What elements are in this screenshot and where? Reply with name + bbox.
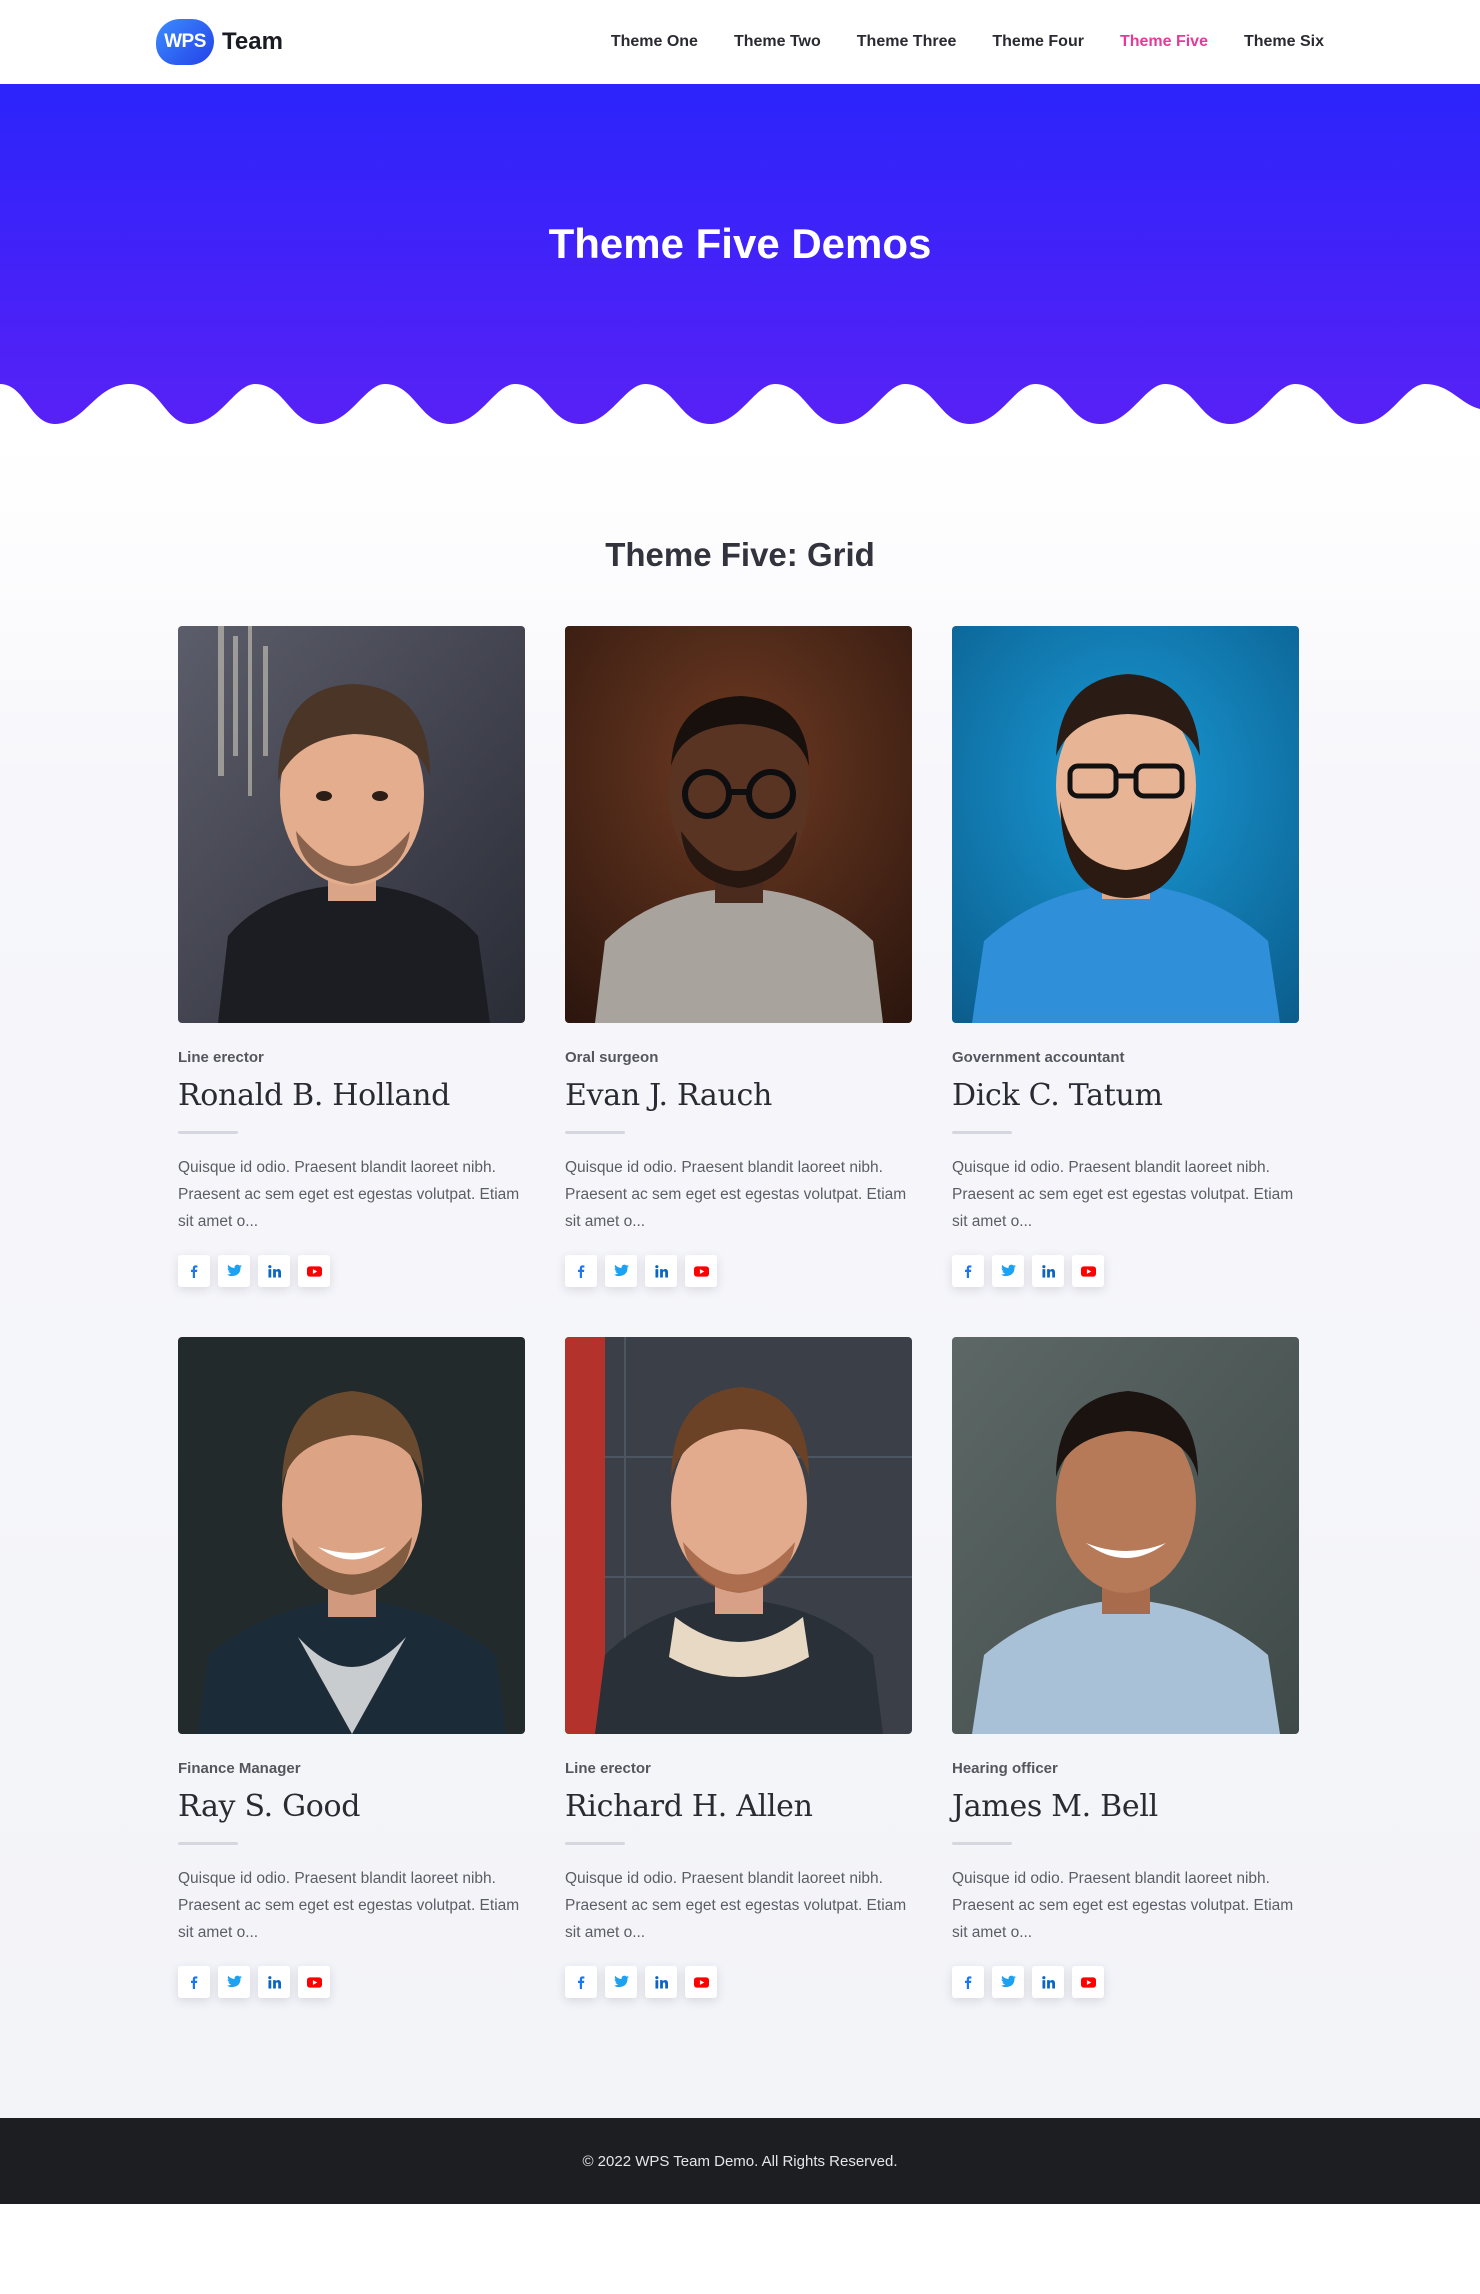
linkedin-icon[interactable] xyxy=(1032,1966,1064,1998)
twitter-icon[interactable] xyxy=(605,1966,637,1998)
member-designation: Finance Manager xyxy=(178,1760,301,1777)
name-divider xyxy=(178,1131,238,1134)
social-links xyxy=(178,1966,525,1998)
name-divider xyxy=(178,1842,238,1845)
twitter-icon[interactable] xyxy=(605,1255,637,1287)
member-photo[interactable] xyxy=(952,1337,1299,1734)
youtube-icon[interactable] xyxy=(685,1255,717,1287)
member-photo[interactable] xyxy=(565,1337,912,1734)
twitter-icon[interactable] xyxy=(992,1255,1024,1287)
facebook-icon[interactable] xyxy=(952,1966,984,1998)
facebook-icon[interactable] xyxy=(178,1255,210,1287)
linkedin-icon[interactable] xyxy=(645,1966,677,1998)
member-bio: Quisque id odio. Praesent blandit laoree… xyxy=(178,1870,520,1941)
member-photo[interactable] xyxy=(565,626,912,1023)
nav-item-theme-four[interactable]: Theme Four xyxy=(992,33,1084,51)
name-divider xyxy=(952,1842,1012,1845)
youtube-icon[interactable] xyxy=(298,1966,330,1998)
team-card: Oral surgeon Evan J. Rauch Quisque id od… xyxy=(565,626,912,1287)
nav-item-theme-three[interactable]: Theme Three xyxy=(857,33,957,51)
social-links xyxy=(952,1966,1299,1998)
facebook-icon[interactable] xyxy=(952,1255,984,1287)
team-section: Theme Five: Grid Line erector Ronald B. … xyxy=(0,444,1480,2118)
member-designation: Government accountant xyxy=(952,1049,1125,1066)
member-designation: Line erector xyxy=(178,1049,264,1066)
member-designation: Oral surgeon xyxy=(565,1049,659,1066)
member-designation: Hearing officer xyxy=(952,1760,1058,1777)
member-name[interactable]: Ronald B. Holland xyxy=(178,1078,525,1113)
hero-banner: Theme Five Demos xyxy=(0,84,1480,444)
youtube-icon[interactable] xyxy=(1072,1255,1104,1287)
member-name[interactable]: James M. Bell xyxy=(952,1789,1299,1824)
hero-wave-divider xyxy=(0,384,1480,444)
member-name[interactable]: Evan J. Rauch xyxy=(565,1078,912,1113)
logo-text: Team xyxy=(222,28,283,55)
member-name[interactable]: Ray S. Good xyxy=(178,1789,525,1824)
site-footer: © 2022 WPS Team Demo. All Rights Reserve… xyxy=(0,2118,1480,2204)
member-name[interactable]: Richard H. Allen xyxy=(565,1789,912,1824)
team-grid: Line erector Ronald B. Holland Quisque i… xyxy=(178,626,1302,1998)
team-card: Hearing officer James M. Bell Quisque id… xyxy=(952,1337,1299,1998)
youtube-icon[interactable] xyxy=(685,1966,717,1998)
site-header: WPS Team Theme One Theme Two Theme Three… xyxy=(0,0,1480,84)
youtube-icon[interactable] xyxy=(298,1255,330,1287)
name-divider xyxy=(952,1131,1012,1134)
logo-badge: WPS xyxy=(156,19,214,65)
facebook-icon[interactable] xyxy=(565,1255,597,1287)
member-bio: Quisque id odio. Praesent blandit laoree… xyxy=(565,1870,907,1941)
copyright-text: © 2022 WPS Team Demo. All Rights Reserve… xyxy=(582,2152,898,2170)
twitter-icon[interactable] xyxy=(992,1966,1024,1998)
name-divider xyxy=(565,1131,625,1134)
member-name[interactable]: Dick C. Tatum xyxy=(952,1078,1299,1113)
section-title: Theme Five: Grid xyxy=(605,536,875,573)
member-bio: Quisque id odio. Praesent blandit laoree… xyxy=(178,1159,520,1230)
twitter-icon[interactable] xyxy=(218,1966,250,1998)
member-bio: Quisque id odio. Praesent blandit laoree… xyxy=(952,1159,1294,1230)
linkedin-icon[interactable] xyxy=(1032,1255,1064,1287)
linkedin-icon[interactable] xyxy=(645,1255,677,1287)
linkedin-icon[interactable] xyxy=(258,1255,290,1287)
team-card: Government accountant Dick C. Tatum Quis… xyxy=(952,626,1299,1287)
team-card: Line erector Ronald B. Holland Quisque i… xyxy=(178,626,525,1287)
nav-item-theme-six[interactable]: Theme Six xyxy=(1244,33,1324,51)
facebook-icon[interactable] xyxy=(565,1966,597,1998)
member-bio: Quisque id odio. Praesent blandit laoree… xyxy=(565,1159,907,1230)
twitter-icon[interactable] xyxy=(218,1255,250,1287)
member-designation: Line erector xyxy=(565,1760,651,1777)
social-links xyxy=(952,1255,1299,1287)
site-logo[interactable]: WPS Team xyxy=(156,19,283,65)
member-photo[interactable] xyxy=(178,626,525,1023)
main-nav: Theme One Theme Two Theme Three Theme Fo… xyxy=(611,33,1324,51)
name-divider xyxy=(565,1842,625,1845)
member-photo[interactable] xyxy=(952,626,1299,1023)
team-card: Line erector Richard H. Allen Quisque id… xyxy=(565,1337,912,1998)
social-links xyxy=(178,1255,525,1287)
team-card: Finance Manager Ray S. Good Quisque id o… xyxy=(178,1337,525,1998)
facebook-icon[interactable] xyxy=(178,1966,210,1998)
social-links xyxy=(565,1966,912,1998)
social-links xyxy=(565,1255,912,1287)
youtube-icon[interactable] xyxy=(1072,1966,1104,1998)
nav-item-theme-two[interactable]: Theme Two xyxy=(734,33,821,51)
nav-item-theme-five[interactable]: Theme Five xyxy=(1120,33,1208,51)
member-bio: Quisque id odio. Praesent blandit laoree… xyxy=(952,1870,1294,1941)
nav-item-theme-one[interactable]: Theme One xyxy=(611,33,698,51)
linkedin-icon[interactable] xyxy=(258,1966,290,1998)
member-photo[interactable] xyxy=(178,1337,525,1734)
